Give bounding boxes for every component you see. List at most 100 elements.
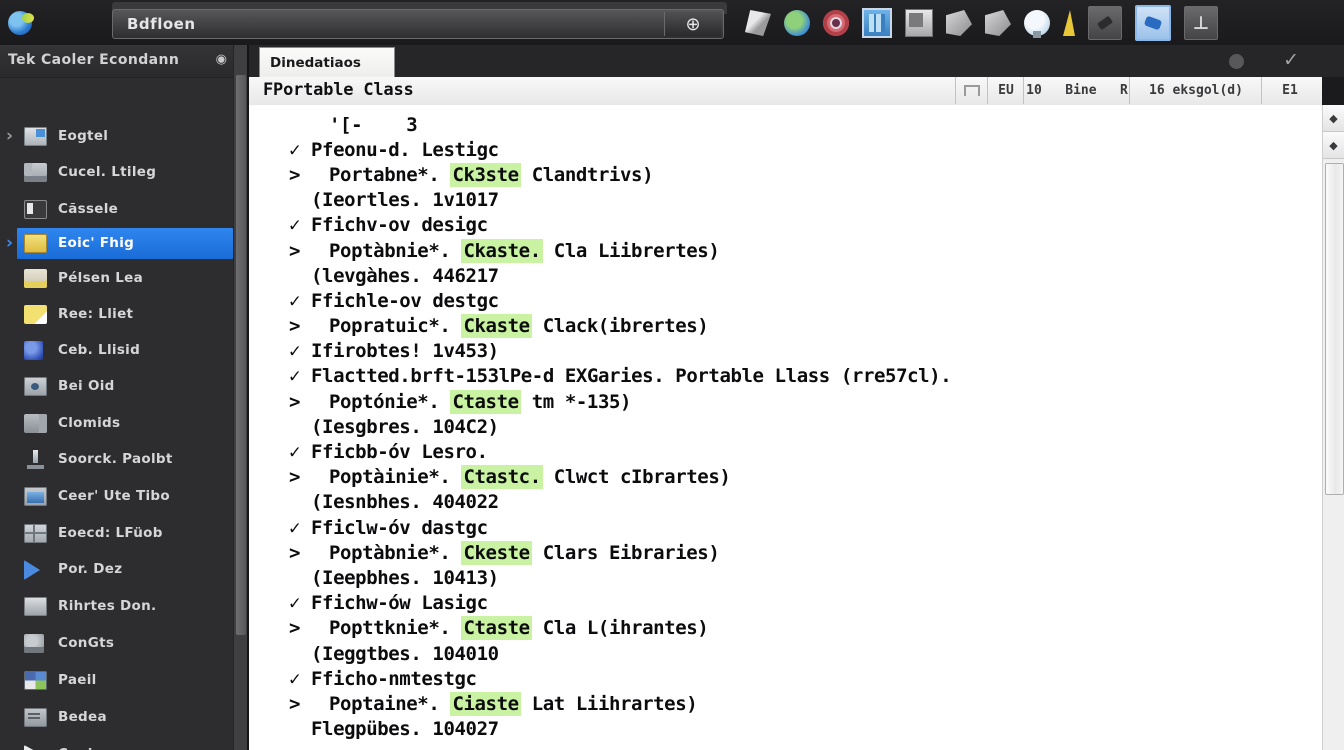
sidebar-item-ree[interactable]: Ree: Lliet [0,297,233,333]
sidebar-item-ceb[interactable]: Ceb. Llisid [0,333,233,369]
sidebar-scrollbar-thumb[interactable] [236,75,246,635]
result-line[interactable]: > Poptaine*. Ciaste Lat Liihrartes) [249,691,1322,716]
checkmark-icon[interactable]: ✓ [1283,49,1299,71]
eye-icon [24,377,47,396]
vertical-scrollbar[interactable]: ◆ ◆ [1322,105,1344,750]
globe-icon[interactable] [784,10,810,36]
expand-chevron-icon[interactable]: > [289,164,311,186]
lightbulb-icon[interactable] [1024,10,1050,38]
result-line[interactable]: '[- 3 [249,112,1322,137]
sidebar-item-label: Ceer' Ute Tibo [58,488,170,504]
sidebar-item-cucel[interactable]: Cucel. Ltileg [0,155,233,191]
layout-grid-icon [24,524,47,543]
tool-button-3[interactable]: ⊥ [1184,6,1218,40]
expand-chevron-icon[interactable]: > [289,315,311,337]
sidebar-item-soorck[interactable]: Soorck. Paolbt [0,442,233,478]
tab-strip: Dinedatiaos ✓ [249,45,1344,78]
target-icon[interactable] [823,10,849,36]
result-line[interactable]: (Ieepbhes. 10413) [249,565,1322,590]
result-line[interactable]: (levgàhes. 446217 [249,263,1322,288]
sidebar-item-selected[interactable]: › Eoic' Fhig [0,226,233,262]
sidebar-item-eoecd[interactable]: Eoecd: LFüob [0,516,233,552]
result-line[interactable]: (Iesgbres. 104C2) [249,414,1322,439]
tool-button-2-active[interactable] [1135,5,1171,41]
sidebar-item-por[interactable]: Por. Dez [0,552,233,588]
result-line[interactable]: ✓ Fficbb-óv Lesro. [249,439,1322,464]
check-icon: ✓ [289,214,301,237]
result-line[interactable]: > Poptàbnie*. Ckaste. Cla Liibrertes) [249,238,1322,263]
sidebar-header-label: Tek Caoler Econdann [8,52,180,68]
header-cell-eu[interactable]: EU [987,77,1024,104]
sidebar: Tek Caoler Econdann ◉ › Eogtel Cucel. Lt… [0,45,233,750]
configuration-dropdown[interactable]: Bdfloen ⊕ [112,9,724,39]
result-line[interactable]: > Popratuic*. Ckaste Clack(ibrertes) [249,314,1322,339]
check-icon: ✓ [289,340,301,363]
sidebar-item-label: Paeil [58,672,97,688]
result-line[interactable]: (Ieortles. 1v1017 [249,188,1322,213]
sidebar-scrollbar[interactable] [233,45,248,750]
panel-outline-icon [964,85,980,96]
sidebar-header: Tek Caoler Econdann ◉ [0,45,233,78]
result-line[interactable]: ✓ Ffichw-ów Lasigc [249,591,1322,616]
pin-icon[interactable]: ◉ [216,51,227,67]
tab-active[interactable]: Dinedatiaos [259,47,395,78]
result-line[interactable]: > Poptónie*. Ctaste tm *-135) [249,389,1322,414]
expand-chevron-icon[interactable]: > [289,391,311,413]
scrollbar-thumb[interactable] [1325,163,1344,495]
sidebar-item-couin[interactable]: Couin [0,737,233,750]
scroll-up-button[interactable]: ◆ [1323,105,1344,132]
window-layout-icon[interactable] [905,9,933,37]
sidebar-item-paeil[interactable]: Paeil [0,663,233,699]
page-back-icon[interactable] [985,10,1011,36]
sidebar-item-ceer[interactable]: Ceer' Ute Tibo [0,479,233,515]
result-line[interactable]: ✓ Ffichle-ov destgc [249,288,1322,313]
expand-chevron-icon[interactable]: > [289,240,311,262]
page-forward-icon[interactable] [946,10,972,36]
header-cell-e1[interactable]: E1 [1261,77,1318,104]
result-line[interactable]: Flegpübes. 104027 [249,717,1322,742]
sidebar-item-clomids[interactable]: Clomids [0,406,233,442]
flame-icon[interactable] [1063,10,1075,36]
scroll-up-button-2[interactable]: ◆ [1323,132,1344,159]
result-line[interactable]: (Iesnbhes. 404022 [249,490,1322,515]
tool-button-1[interactable] [1088,6,1122,40]
sidebar-item-pelsen[interactable]: Pélsen Lea [0,261,233,297]
sidebar-item-eogtel[interactable]: › Eogtel [0,119,233,155]
header-cell-info[interactable]: 16 eksgol(d) [1129,77,1262,104]
console-icon [24,200,47,219]
pen-icon[interactable] [745,10,771,36]
result-line[interactable]: > Poptàbnie*. Ckeste Clars Eibraries) [249,540,1322,565]
sidebar-item-bei[interactable]: Bei Oid [0,369,233,405]
result-line[interactable]: ✓ Ffichv-ov desigc [249,213,1322,238]
result-line[interactable]: > Popttknie*. Ctaste Cla L(ihrantes) [249,616,1322,641]
sidebar-item-rihrtes[interactable]: Rihrtes Don. [0,589,233,625]
sidebar-item-cassele[interactable]: Cãssele [0,192,233,228]
toolbar-icon-row: ⊥ [745,5,1218,41]
result-line[interactable]: > Portabne*. Ck3ste Clandtrivs) [249,162,1322,187]
result-line[interactable]: ✓ Fficho-nmtestgc [249,666,1322,691]
configuration-dropdown-value: Bdfloen [127,15,196,33]
window-icon [24,127,47,146]
expand-chevron-icon[interactable]: > [289,617,311,639]
sidebar-item-label: Pélsen Lea [58,270,144,286]
sidebar-item-bedea[interactable]: Bedea [0,700,233,736]
result-line[interactable]: ✓ Ifirobtes! 1v453) [249,339,1322,364]
header-cell-nav[interactable]: 10 Bine R [1023,77,1130,104]
result-line[interactable]: ✓ Fficlw-óv dastgc [249,515,1322,540]
header-cell-panel[interactable] [955,77,988,104]
expand-chevron-icon[interactable]: > [289,542,311,564]
expander-icon[interactable]: › [6,233,13,253]
sidebar-item-label: Soorck. Paolbt [58,451,173,467]
ide-window: Bdfloen ⊕ ⊥ Tek Caoler Econdann ◉ › Eogt… [0,0,1344,750]
expand-chevron-icon[interactable]: > [289,466,311,488]
crosshair-icon[interactable]: ⊕ [664,12,721,36]
expander-icon[interactable]: › [6,126,13,146]
expand-chevron-icon[interactable]: > [289,693,311,715]
result-line[interactable]: > Poptàinie*. Ctastc. Clwct cIbrartes) [249,465,1322,490]
building-icon[interactable] [862,8,892,38]
result-line[interactable]: ✓ Pfeonu-d. Lestigc [249,137,1322,162]
wrench-icon [1096,15,1114,31]
sidebar-item-congts[interactable]: ConGts [0,626,233,662]
result-line[interactable]: ✓ Flactted.brft-153lPe-d EXGaries. Portab… [249,364,1322,389]
result-line[interactable]: (Ieggtbes. 104010 [249,641,1322,666]
